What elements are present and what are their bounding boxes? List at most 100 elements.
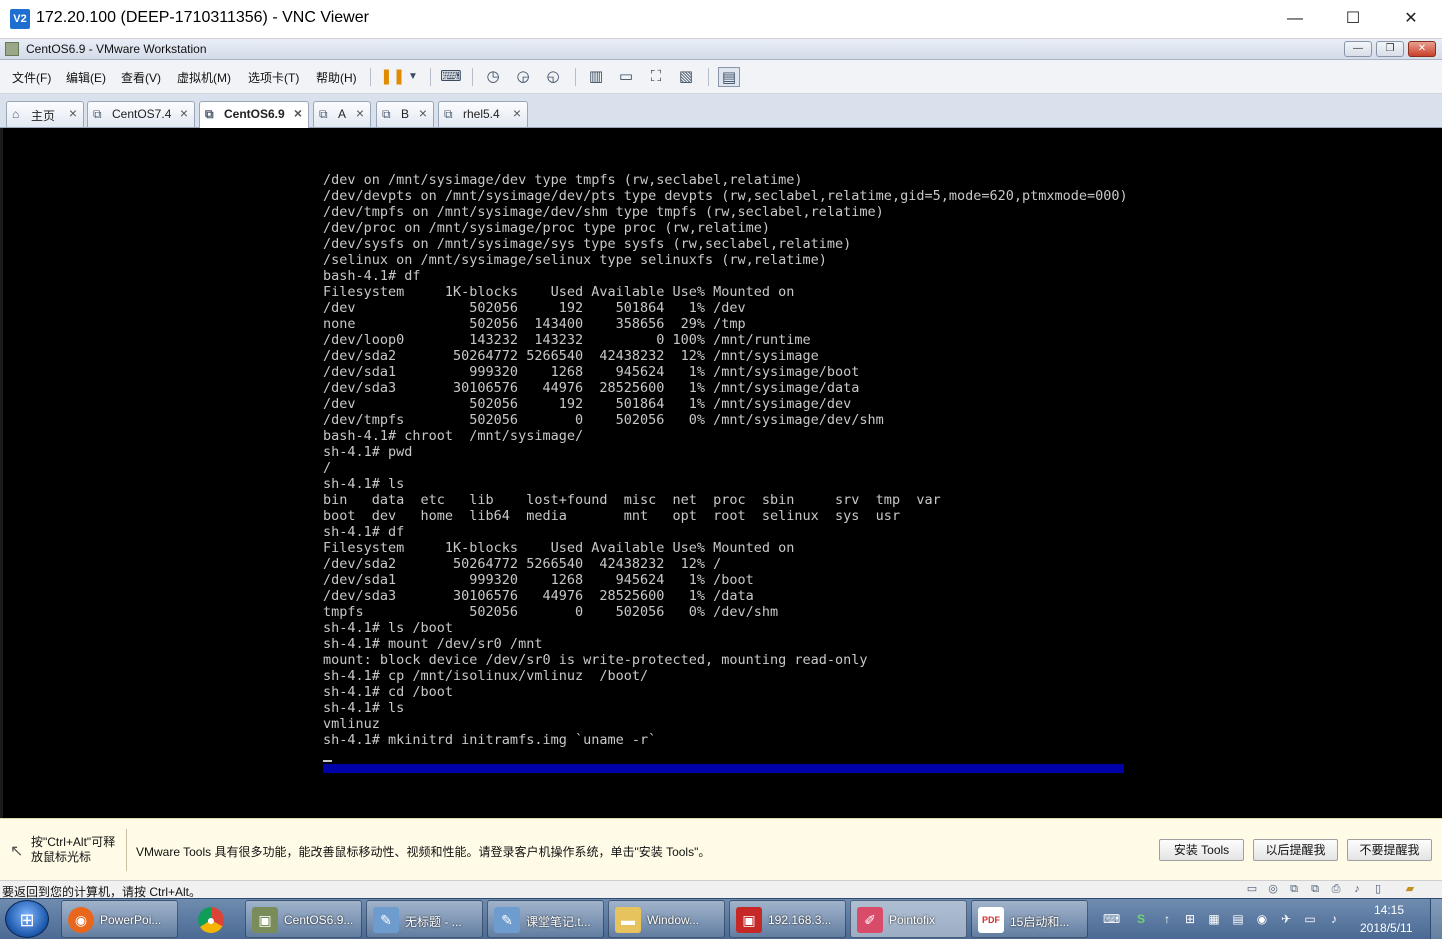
taskbar-item-powerpoint[interactable]: ◉ PowerPoi... [61, 900, 178, 938]
menu-help[interactable]: 帮助(H) [316, 69, 357, 86]
console-line: Filesystem 1K-blocks Used Available Use%… [323, 284, 795, 300]
keyboard-tray-icon[interactable]: ⌨ [1103, 911, 1120, 927]
network-adapter-2-icon[interactable]: ⧉ [1307, 882, 1323, 897]
console-line: Filesystem 1K-blocks Used Available Use%… [323, 540, 795, 556]
unity-icon[interactable]: ▧ [675, 67, 697, 87]
sogou-input-icon[interactable]: S [1133, 911, 1149, 927]
snapshot-manager-icon[interactable]: ◵ [542, 67, 564, 87]
upload-tray-icon[interactable]: ↑ [1159, 911, 1175, 927]
cd-dvd-icon[interactable]: ◎ [1265, 882, 1281, 897]
display-tray-icon[interactable]: ▭ [1302, 911, 1318, 927]
menu-tabs[interactable]: 选项卡(T) [248, 69, 299, 86]
show-desktop-button[interactable] [1430, 899, 1442, 939]
hard-disk-icon[interactable]: ▭ [1244, 882, 1260, 897]
menu-vm[interactable]: 虚拟机(M) [177, 69, 231, 86]
clock-time[interactable]: 14:15 [1374, 903, 1404, 917]
tab-a[interactable]: ⧉ A × [313, 101, 371, 127]
home-icon: ⌂ [12, 107, 20, 121]
console-line: sh-4.1# ls /boot [323, 620, 454, 636]
tab-rhel54[interactable]: ⧉ rhel5.4 × [438, 101, 528, 127]
remind-later-button[interactable]: 以后提醒我 [1253, 839, 1338, 861]
usb-device-icon[interactable]: ▯ [1370, 882, 1386, 897]
vmware-minimize-button[interactable]: — [1344, 41, 1372, 57]
taskbar-item-chrome[interactable]: ● [184, 900, 240, 938]
vnc-titlebar: V2 172.20.100 (DEEP-1710311356) - VNC Vi… [0, 0, 1442, 39]
console-view-icon[interactable]: ▤ [718, 67, 740, 87]
taskbar-item-vmware[interactable]: ▣ CentOS6.9... [245, 900, 362, 938]
taskbar-item-vnc[interactable]: ▣ 192.168.3... [729, 900, 846, 938]
snapshot-icon[interactable]: ◷ [482, 67, 504, 87]
close-button[interactable]: ✕ [1382, 0, 1440, 38]
vm-console-screen[interactable]: /dev on /mnt/sysimage/dev type tmpfs (rw… [0, 128, 1442, 818]
printer-icon[interactable]: ⎙ [1328, 882, 1344, 897]
vm-tab-bar: ⌂ 主页 × ⧉ CentOS7.4 × ⧉ CentOS6.9 × ⧉ A ×… [0, 94, 1442, 128]
vmware-close-button[interactable]: ✕ [1408, 41, 1436, 57]
clock-date[interactable]: 2018/5/11 [1360, 921, 1413, 935]
menu-file[interactable]: 文件(F) [12, 69, 51, 86]
taskbar-item-pointofix[interactable]: ✐ Pointofix [850, 900, 967, 938]
taskbar-label: Window... [647, 913, 700, 927]
console-line: /dev/sda3 30106576 44976 28525600 1% /da… [323, 588, 754, 604]
vmware-window-title: CentOS6.9 - VMware Workstation [26, 42, 207, 56]
vmware-restore-button[interactable]: ❐ [1376, 41, 1404, 57]
close-icon[interactable]: × [356, 105, 364, 121]
full-screen-icon[interactable]: ⛶ [645, 67, 667, 87]
console-line: sh-4.1# ls [323, 476, 405, 492]
taskbar-item-notepad-untitled[interactable]: ✎ 无标题 - ... [366, 900, 483, 938]
tray-app-icon[interactable]: ✈ [1278, 911, 1294, 927]
console-line: sh-4.1# cp /mnt/isolinux/vmlinuz /boot/ [323, 668, 649, 684]
vm-icon: ⧉ [205, 107, 214, 121]
tab-home[interactable]: ⌂ 主页 × [6, 101, 84, 127]
maximize-button[interactable]: ☐ [1324, 0, 1382, 38]
vnc-icon: ▣ [736, 907, 762, 933]
taskbar-label: 无标题 - ... [405, 915, 462, 929]
thumbnail-bar-icon[interactable]: ▭ [615, 67, 637, 87]
console-line: /dev 502056 192 501864 1% /mnt/sysimage/… [323, 396, 852, 412]
revert-snapshot-icon[interactable]: ◶ [512, 67, 534, 87]
tray-app-icon[interactable]: ◉ [1254, 911, 1270, 927]
close-icon[interactable]: × [180, 105, 188, 121]
tray-app-icon[interactable]: ▤ [1230, 911, 1246, 927]
install-tools-button[interactable]: 安装 Tools [1159, 839, 1244, 861]
menu-view[interactable]: 查看(V) [121, 69, 161, 86]
notice-message: VMware Tools 具有很多功能，能改善鼠标移动性、视频和性能。请登录客户… [136, 845, 711, 859]
console-line: /dev/sda2 50264772 5266540 42438232 12% … [323, 556, 722, 572]
taskbar-label: PowerPoi... [100, 913, 162, 927]
vm-icon: ⧉ [382, 107, 391, 121]
notice-divider [126, 829, 127, 871]
menu-edit[interactable]: 编辑(E) [66, 69, 106, 86]
tab-b[interactable]: ⧉ B × [376, 101, 434, 127]
vm-icon: ⧉ [319, 107, 328, 121]
console-line: /selinux on /mnt/sysimage/selinux type s… [323, 252, 827, 268]
network-tray-icon[interactable]: ⊞ [1182, 911, 1198, 927]
progress-bar [323, 764, 1124, 773]
close-icon[interactable]: × [294, 105, 302, 121]
taskbar-item-explorer[interactable]: ▬ Window... [608, 900, 725, 938]
tab-centos74[interactable]: ⧉ CentOS7.4 × [87, 101, 195, 127]
vmware-icon: ▣ [252, 907, 278, 933]
vmware-titlebar: CentOS6.9 - VMware Workstation — ❐ ✕ [0, 39, 1442, 60]
message-log-icon[interactable]: ▰ [1402, 882, 1418, 897]
library-view-icon[interactable]: ▥ [585, 67, 607, 87]
pause-dropdown-chevron-icon[interactable]: ▼ [402, 67, 424, 87]
vm-icon: ⧉ [444, 107, 453, 121]
close-icon[interactable]: × [69, 105, 77, 121]
vm-icon: ⧉ [93, 107, 102, 121]
pause-icon[interactable]: ❚❚ [380, 67, 405, 87]
volume-icon[interactable]: ♪ [1326, 911, 1342, 927]
sound-card-icon[interactable]: ♪ [1349, 882, 1365, 897]
never-remind-button[interactable]: 不要提醒我 [1347, 839, 1432, 861]
tray-app-icon[interactable]: ▦ [1206, 911, 1222, 927]
tab-label: CentOS7.4 [112, 107, 172, 121]
start-button[interactable]: ⊞ [5, 900, 49, 938]
terminal-cursor [323, 760, 332, 762]
taskbar-item-pdf[interactable]: PDF 15启动和... [971, 900, 1088, 938]
close-icon[interactable]: × [419, 105, 427, 121]
taskbar-item-notepad-notes[interactable]: ✎ 课堂笔记.t... [487, 900, 604, 938]
tab-centos69[interactable]: ⧉ CentOS6.9 × [199, 101, 309, 128]
close-icon[interactable]: × [513, 105, 521, 121]
minimize-button[interactable]: — [1266, 0, 1324, 38]
network-adapter-icon[interactable]: ⧉ [1286, 882, 1302, 897]
console-line: sh-4.1# df [323, 524, 405, 540]
send-ctrl-alt-del-icon[interactable]: ⌨ [440, 67, 462, 87]
